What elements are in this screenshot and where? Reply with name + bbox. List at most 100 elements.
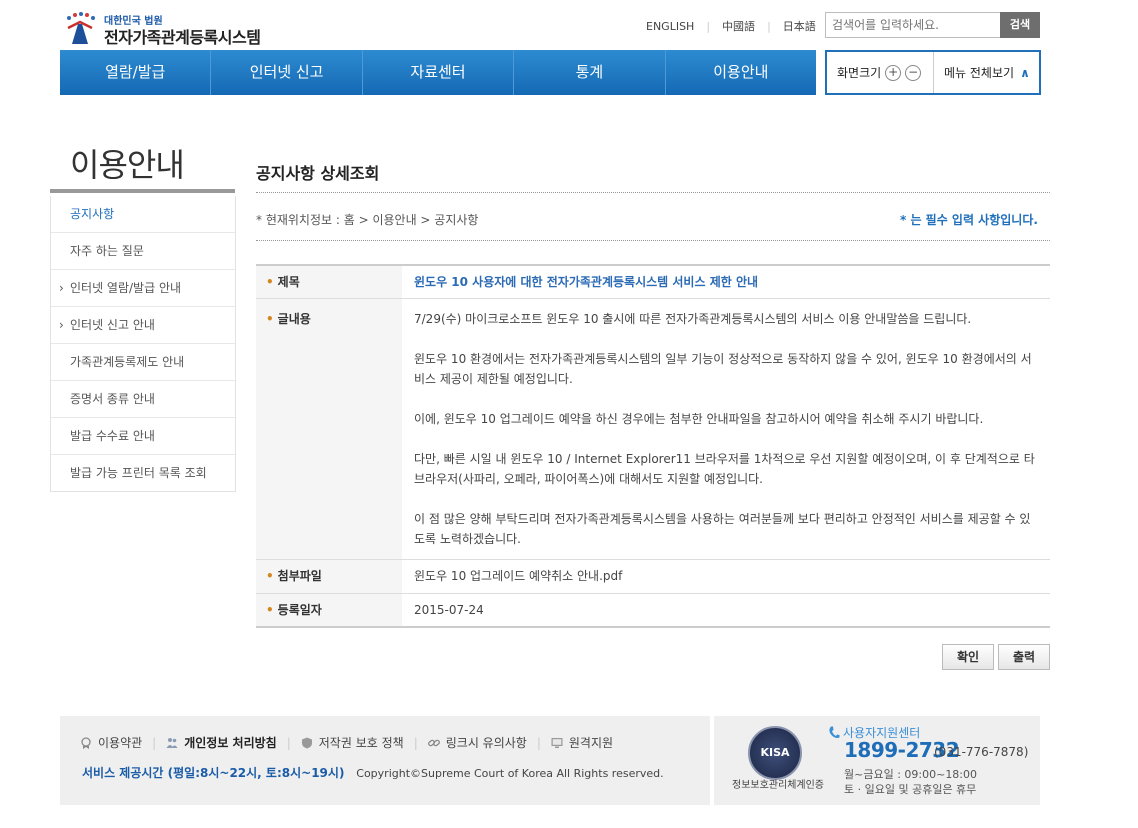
lang-english-link[interactable]: ENGLISH xyxy=(646,20,694,33)
chevron-up-icon: ∧ xyxy=(1020,65,1030,80)
people-icon xyxy=(166,737,178,748)
footer-info: 이용약관 | 개인정보 처리방침 | 저작권 보호 정책 | 링크시 유의사항 … xyxy=(60,716,710,805)
section-title: 이용안내 xyxy=(70,146,185,184)
side-item-system-guide[interactable]: 가족관계등록제도 안내 xyxy=(51,343,235,380)
lang-chinese-link[interactable]: 中國語 xyxy=(722,18,755,34)
divider: | xyxy=(767,19,771,33)
all-menu-button[interactable]: 메뉴 전체보기 ∧ xyxy=(934,64,1030,81)
nav-resource-center[interactable]: 자료센터 xyxy=(363,50,515,95)
title-row: • 제목 윈도우 10 사용자에 대한 전자가족관계등록시스템 서비스 제한 안내 xyxy=(256,266,1050,299)
ok-button[interactable]: 확인 xyxy=(942,644,994,670)
support-phone-alt: (031-776-7878) xyxy=(934,745,1029,759)
nav-statistics[interactable]: 통계 xyxy=(514,50,666,95)
nav-view-issue[interactable]: 열람/발급 xyxy=(60,50,212,95)
remote-support-label: 원격지원 xyxy=(568,736,614,750)
side-item-report-guide[interactable]: › 인터넷 신고 안내 xyxy=(51,306,235,343)
search-button[interactable]: 검색 xyxy=(1000,12,1040,38)
terms-link[interactable]: 이용약관 xyxy=(80,734,142,751)
chevron-right-icon: › xyxy=(59,281,64,295)
copyright-text: Copyright©Supreme Court of Korea All Rig… xyxy=(356,767,664,780)
side-item-view-issue-guide[interactable]: › 인터넷 열람/발급 안내 xyxy=(51,269,235,306)
kisa-certification-logo: KISA xyxy=(748,726,802,780)
side-item-label: 발급 가능 프린터 목록 조회 xyxy=(70,466,207,480)
attachment-link[interactable]: 윈도우 10 업그레이드 예약취소 안내.pdf xyxy=(402,560,1050,593)
registration-date: 2015-07-24 xyxy=(414,603,484,617)
date-row: • 등록일자 2015-07-24 xyxy=(256,594,1050,628)
side-item-faq[interactable]: 자주 하는 질문 xyxy=(51,232,235,269)
title-label-text: 제목 xyxy=(277,275,300,289)
chain-link-icon xyxy=(427,739,440,746)
page-title: 공지사항 상세조회 xyxy=(256,164,380,183)
body-paragraph: 이 점 많은 양해 부탁드리며 전자가족관계등록시스템을 사용하는 여러분들께 … xyxy=(414,512,1031,546)
site-logo[interactable]: 대한민국 법원 전자가족관계등록시스템 xyxy=(62,8,262,48)
divider: | xyxy=(536,735,541,750)
copyright-policy-link[interactable]: 저작권 보호 정책 xyxy=(301,734,404,751)
body-paragraph: 7/29(수) 마이크로소프트 윈도우 10 출시에 따른 전자가족관계등록시스… xyxy=(414,312,972,326)
divider: | xyxy=(152,735,157,750)
side-item-label: 발급 수수료 안내 xyxy=(70,429,155,443)
bullet-icon: • xyxy=(266,569,274,583)
section-divider xyxy=(50,189,235,193)
zoom-in-button[interactable]: + xyxy=(885,64,902,81)
lang-japanese-link[interactable]: 日本語 xyxy=(783,18,816,34)
support-center: KISA 정보보호관리체계인증 사용자지원센터 1899-2732 (031-7… xyxy=(714,716,1040,805)
notice-body: 7/29(수) 마이크로소프트 윈도우 10 출시에 따른 전자가족관계등록시스… xyxy=(402,299,1050,559)
side-item-printer-list[interactable]: 발급 가능 프린터 목록 조회 xyxy=(51,454,235,491)
privacy-policy-label: 개인정보 처리방침 xyxy=(184,736,277,750)
file-label: • 첨부파일 xyxy=(256,560,402,593)
badge-icon xyxy=(81,736,91,749)
phone-icon xyxy=(829,726,840,738)
search-input[interactable] xyxy=(825,12,1009,38)
link-notice-label: 링크시 유의사항 xyxy=(445,736,527,750)
side-item-label: 자주 하는 질문 xyxy=(70,244,144,258)
divider: | xyxy=(706,19,711,33)
zoom-out-button[interactable]: − xyxy=(905,64,922,81)
logo-title: 전자가족관계등록시스템 xyxy=(104,28,261,47)
date-label: • 등록일자 xyxy=(256,594,402,626)
body-label-text: 글내용 xyxy=(277,312,311,326)
print-button[interactable]: 출력 xyxy=(998,644,1050,670)
link-notice-link[interactable]: 링크시 유의사항 xyxy=(427,734,527,751)
privacy-policy-link[interactable]: 개인정보 처리방침 xyxy=(166,734,277,751)
service-hours: 서비스 제공시간 (평일:8시~22시, 토:8시~19시) Copyright… xyxy=(82,764,664,781)
side-item-label: 인터넷 열람/발급 안내 xyxy=(70,281,182,295)
language-links: ENGLISH | 中國語 | 日本語 xyxy=(646,18,816,34)
notice-detail-table: • 제목 윈도우 10 사용자에 대한 전자가족관계등록시스템 서비스 제한 안내… xyxy=(256,264,1050,628)
shield-icon xyxy=(301,737,312,748)
nav-usage-guide[interactable]: 이용안내 xyxy=(666,50,816,95)
remote-support-link[interactable]: 원격지원 xyxy=(551,734,613,751)
side-item-label: 가족관계등록제도 안내 xyxy=(70,355,185,369)
kisa-caption: 정보보호관리체계인증 xyxy=(732,780,824,791)
nav-internet-report[interactable]: 인터넷 신고 xyxy=(211,50,363,95)
zoom-label: 화면크기 xyxy=(837,66,882,80)
all-menu-label: 메뉴 전체보기 xyxy=(944,66,1015,80)
footer-links: 이용약관 | 개인정보 처리방침 | 저작권 보호 정책 | 링크시 유의사항 … xyxy=(80,734,613,751)
divider xyxy=(256,192,1050,193)
monitor-icon xyxy=(551,737,563,748)
date-label-text: 등록일자 xyxy=(277,603,322,617)
side-item-certificate-types[interactable]: 증명서 종류 안내 xyxy=(51,380,235,417)
breadcrumb: * 현재위치정보 : 홈 > 이용안내 > 공지사항 xyxy=(256,213,479,227)
body-paragraph: 윈도우 10 환경에서는 전자가족관계등록시스템의 일부 기능이 정상적으로 동… xyxy=(414,352,1032,386)
terms-link-label: 이용약관 xyxy=(98,736,143,750)
zoom-control: 화면크기 + − xyxy=(827,52,934,93)
side-item-notice[interactable]: 공지사항 xyxy=(51,196,235,232)
body-paragraph: 이에, 윈도우 10 업그레이드 예약을 하신 경우에는 첨부한 안내파일을 참… xyxy=(414,412,984,426)
copyright-policy-label: 저작권 보호 정책 xyxy=(318,736,404,750)
attachment-row: • 첨부파일 윈도우 10 업그레이드 예약취소 안내.pdf xyxy=(256,560,1050,594)
side-item-fee-guide[interactable]: 발급 수수료 안내 xyxy=(51,417,235,454)
service-hours-text: 서비스 제공시간 (평일:8시~22시, 토:8시~19시) xyxy=(82,766,345,780)
divider: | xyxy=(286,735,291,750)
side-item-label: 증명서 종류 안내 xyxy=(70,392,155,406)
notice-title: 윈도우 10 사용자에 대한 전자가족관계등록시스템 서비스 제한 안내 xyxy=(414,275,759,289)
utility-box: 화면크기 + − 메뉴 전체보기 ∧ xyxy=(825,50,1041,95)
court-emblem-icon xyxy=(67,12,95,44)
required-note: * 는 필수 입력 사항입니다. xyxy=(900,213,1038,227)
side-item-label: 공지사항 xyxy=(70,207,115,221)
side-item-label: 인터넷 신고 안내 xyxy=(70,318,155,332)
main-navigation: 열람/발급 인터넷 신고 자료센터 통계 이용안내 xyxy=(60,50,816,95)
chevron-right-icon: › xyxy=(59,318,64,332)
body-row: • 글내용 7/29(수) 마이크로소프트 윈도우 10 출시에 따른 전자가족관… xyxy=(256,299,1050,560)
divider xyxy=(256,240,1050,241)
body-label: • 글내용 xyxy=(256,299,402,559)
